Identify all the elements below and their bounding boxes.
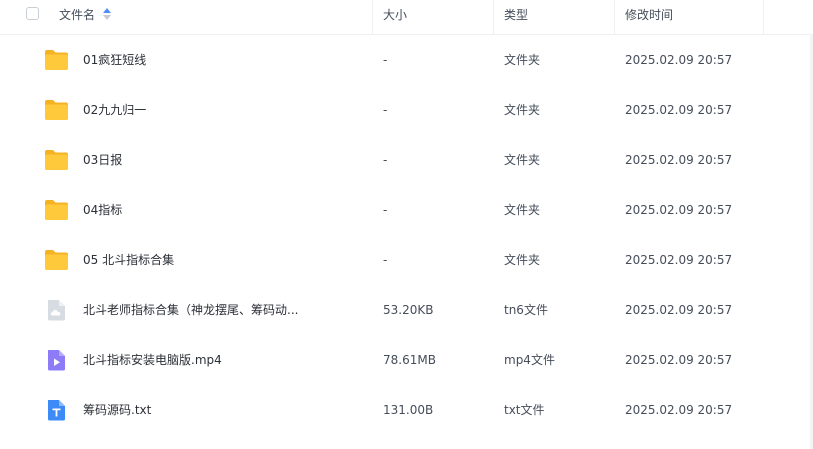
- file-type: txt文件: [504, 403, 545, 417]
- file-type: 文件夹: [504, 203, 541, 217]
- video-file-icon: [44, 348, 69, 372]
- file-name[interactable]: 04指标: [83, 185, 122, 235]
- column-header-type[interactable]: 类型: [504, 0, 528, 34]
- file-name[interactable]: 01疯狂短线: [83, 35, 146, 85]
- folder-icon: [44, 98, 69, 122]
- file-size: -: [383, 203, 388, 217]
- file-size: 53.20KB: [383, 303, 434, 317]
- file-row[interactable]: 01疯狂短线 - 文件夹 2025.02.09 20:57: [0, 35, 813, 85]
- file-mtime: 2025.02.09 20:57: [625, 303, 733, 317]
- sort-icon[interactable]: [103, 8, 112, 20]
- file-type: 文件夹: [504, 53, 541, 67]
- file-name[interactable]: 02九九归一: [83, 85, 146, 135]
- file-row[interactable]: 北斗老师指标合集（神龙摆尾、筹码动... 53.20KB tn6文件 2025.…: [0, 285, 813, 335]
- file-type: 文件夹: [504, 153, 541, 167]
- column-header-name-label: 文件名: [59, 8, 96, 22]
- file-type: 文件夹: [504, 253, 541, 267]
- file-name[interactable]: 03日报: [83, 135, 122, 185]
- column-header-mtime[interactable]: 修改时间: [625, 0, 673, 34]
- file-row[interactable]: 04指标 - 文件夹 2025.02.09 20:57: [0, 185, 813, 235]
- file-row[interactable]: 北斗指标安装电脑版.mp4 78.61MB mp4文件 2025.02.09 2…: [0, 335, 813, 385]
- file-row[interactable]: 03日报 - 文件夹 2025.02.09 20:57: [0, 135, 813, 185]
- column-header-type-label: 类型: [504, 8, 529, 22]
- file-size: -: [383, 103, 388, 117]
- file-list: 文件名 大小 类型 修改时间 01疯狂短线 - 文件夹 2025.02.09 2…: [0, 0, 813, 449]
- file-mtime: 2025.02.09 20:57: [625, 103, 733, 117]
- file-type: 文件夹: [504, 103, 541, 117]
- file-mtime: 2025.02.09 20:57: [625, 403, 733, 417]
- column-header-mtime-label: 修改时间: [625, 8, 674, 22]
- file-type: tn6文件: [504, 303, 548, 317]
- column-header-name[interactable]: 文件名: [59, 0, 112, 34]
- select-all-checkbox[interactable]: [26, 7, 39, 20]
- file-name[interactable]: 05 北斗指标合集: [83, 235, 174, 285]
- folder-icon: [44, 48, 69, 72]
- column-header-size[interactable]: 大小: [383, 0, 407, 34]
- file-mtime: 2025.02.09 20:57: [625, 53, 733, 67]
- file-name[interactable]: 北斗老师指标合集（神龙摆尾、筹码动...: [83, 285, 298, 335]
- file-type: mp4文件: [504, 353, 555, 367]
- file-name[interactable]: 筹码源码.txt: [83, 385, 151, 435]
- file-size: 78.61MB: [383, 353, 436, 367]
- file-size: -: [383, 53, 388, 67]
- folder-icon: [44, 248, 69, 272]
- folder-icon: [44, 198, 69, 222]
- file-mtime: 2025.02.09 20:57: [625, 203, 733, 217]
- file-name[interactable]: 北斗指标安装电脑版.mp4: [83, 335, 222, 385]
- file-row[interactable]: 05 北斗指标合集 - 文件夹 2025.02.09 20:57: [0, 235, 813, 285]
- file-mtime: 2025.02.09 20:57: [625, 353, 733, 367]
- file-row[interactable]: 筹码源码.txt 131.00B txt文件 2025.02.09 20:57: [0, 385, 813, 435]
- text-file-icon: [44, 398, 69, 422]
- file-mtime: 2025.02.09 20:57: [625, 253, 733, 267]
- file-mtime: 2025.02.09 20:57: [625, 153, 733, 167]
- column-header-size-label: 大小: [383, 8, 408, 22]
- file-list-header: 文件名 大小 类型 修改时间: [0, 0, 813, 35]
- file-size: -: [383, 153, 388, 167]
- file-size: -: [383, 253, 388, 267]
- file-size: 131.00B: [383, 403, 434, 417]
- file-row[interactable]: 02九九归一 - 文件夹 2025.02.09 20:57: [0, 85, 813, 135]
- folder-icon: [44, 148, 69, 172]
- cloud-file-icon: [44, 298, 69, 322]
